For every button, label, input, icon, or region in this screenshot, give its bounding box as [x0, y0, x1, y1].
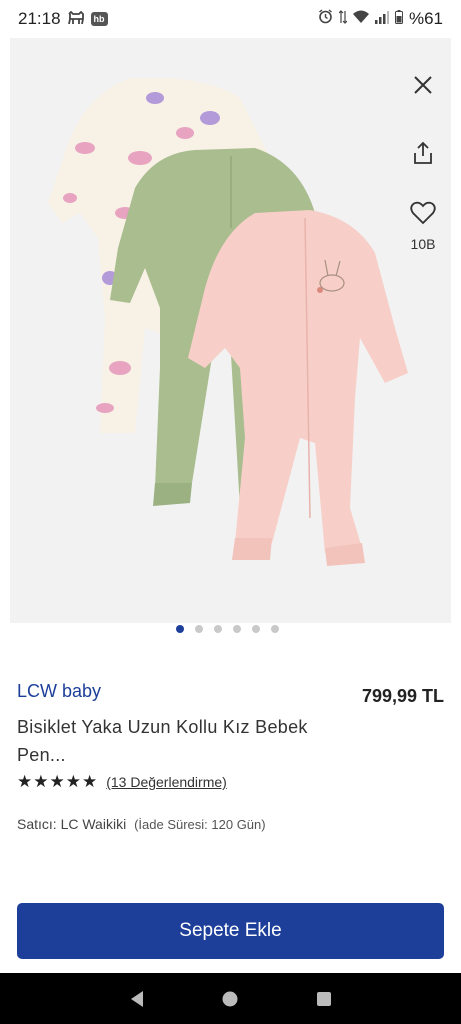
hb-app-icon: hb	[90, 12, 108, 26]
seller-label: Satıcı:	[17, 816, 61, 832]
product-photo	[48, 78, 408, 566]
product-image-gallery[interactable]: 10B	[10, 38, 451, 623]
battery-icon	[394, 9, 403, 29]
back-icon	[130, 990, 143, 1007]
share-icon	[414, 141, 432, 164]
status-left: 21:18 hb	[18, 9, 108, 29]
favorite-count: 10B	[410, 236, 436, 252]
favorite-button[interactable]	[403, 193, 443, 233]
seller-info: Satıcı: LC Waikiki (İade Süresi: 120 Gün…	[17, 816, 266, 832]
gallery-dot-3[interactable]	[214, 625, 222, 633]
status-time: 21:18	[18, 9, 61, 28]
signal-icon	[374, 9, 389, 29]
gallery-dot-5[interactable]	[252, 625, 260, 633]
add-to-cart-button[interactable]: Sepete Ekle	[17, 903, 444, 959]
heart-icon	[410, 201, 436, 225]
share-button[interactable]	[403, 133, 443, 173]
wifi-icon	[352, 9, 369, 29]
seller-name[interactable]: LC Waikiki	[61, 816, 127, 832]
status-bar: 21:18 hb %61	[0, 0, 461, 38]
cat-icon	[67, 10, 85, 28]
brand-link[interactable]: LCW baby	[17, 681, 101, 702]
recents-icon	[317, 991, 332, 1006]
rating-row: ★★★★★ (13 Değerlendirme)	[17, 772, 227, 792]
product-price: 799,99 TL	[361, 686, 444, 706]
product-title: Bisiklet Yaka Uzun Kollu Kız Bebek Pen..…	[17, 717, 308, 765]
gallery-dot-2[interactable]	[195, 625, 203, 633]
gallery-dot-4[interactable]	[233, 625, 241, 633]
battery-percent: %61	[408, 9, 443, 28]
data-arrows-icon	[338, 9, 348, 29]
gallery-dot-1[interactable]	[176, 625, 184, 633]
pink-romper	[188, 210, 408, 566]
gallery-pagination	[176, 625, 279, 633]
close-button[interactable]	[403, 65, 443, 105]
return-period: (İade Süresi: 120 Gün)	[134, 817, 266, 832]
close-icon	[414, 76, 432, 94]
rating-stars: ★★★★★	[17, 772, 99, 791]
alarm-icon	[318, 9, 333, 29]
gallery-dot-6[interactable]	[271, 625, 279, 633]
home-button[interactable]	[210, 979, 250, 1019]
system-nav-bar	[0, 973, 461, 1024]
recents-button[interactable]	[304, 979, 344, 1019]
back-button[interactable]	[117, 979, 157, 1019]
home-icon	[222, 991, 238, 1006]
reviews-link[interactable]: (13 Değerlendirme)	[106, 774, 227, 790]
status-right: %61	[318, 9, 443, 29]
